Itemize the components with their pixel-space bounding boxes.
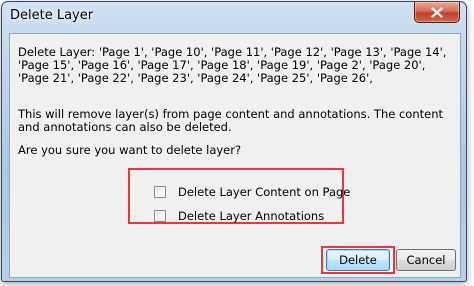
delete-content-checkbox[interactable]: [154, 186, 166, 198]
dialog-title: Delete Layer: [10, 8, 94, 23]
close-icon: [431, 7, 443, 18]
cancel-button[interactable]: Cancel: [396, 249, 456, 271]
delete-annotations-checkbox[interactable]: [154, 210, 166, 222]
title-bar[interactable]: Delete Layer: [2, 2, 466, 32]
delete-annotations-label[interactable]: Delete Layer Annotations: [178, 209, 324, 223]
delete-content-option[interactable]: Delete Layer Content on Page: [154, 184, 350, 200]
dialog-body: Delete Layer: 'Page 1', 'Page 10', 'Page…: [9, 33, 461, 278]
delete-layer-dialog: Delete Layer Delete Layer: 'Page 1', 'Pa…: [1, 1, 467, 282]
confirmation-question: Are you sure you want to delete layer?: [18, 143, 242, 157]
layer-list-message: Delete Layer: 'Page 1', 'Page 10', 'Page…: [18, 45, 447, 86]
explanation-message: This will remove layer(s) from page cont…: [18, 107, 443, 135]
delete-content-label[interactable]: Delete Layer Content on Page: [178, 185, 350, 199]
options-highlight-box: Delete Layer Content on Page Delete Laye…: [128, 168, 350, 224]
delete-button[interactable]: Delete: [326, 249, 390, 271]
delete-annotations-option[interactable]: Delete Layer Annotations: [154, 208, 324, 224]
close-button[interactable]: [414, 2, 460, 23]
